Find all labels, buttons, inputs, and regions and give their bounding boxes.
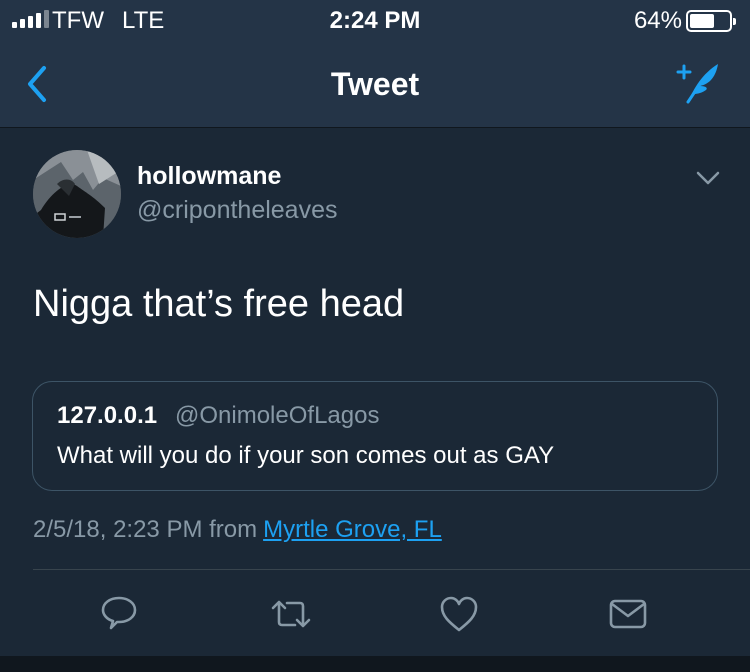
status-bar: TFW LTE 2:24 PM 64% — [0, 0, 750, 40]
chevron-down-icon[interactable] — [694, 168, 722, 188]
author-display-name[interactable]: hollowmane — [137, 162, 281, 191]
battery-percentage: 64% — [633, 7, 682, 34]
retweet-icon[interactable] — [269, 592, 313, 636]
tweet-text: Nigga that’s free head — [33, 283, 405, 325]
quoted-username: @OnimoleOfLagos — [175, 402, 380, 429]
quoted-text: What will you do if your son comes out a… — [57, 442, 555, 469]
compose-tweet-icon[interactable] — [670, 58, 724, 108]
battery-icon — [686, 10, 736, 32]
like-icon[interactable] — [437, 592, 481, 636]
action-bar — [0, 592, 750, 636]
tweet-timestamp: 2/5/18, 2:23 PM from — [33, 516, 258, 543]
message-icon[interactable] — [606, 592, 650, 636]
quoted-display-name: 127.0.0.1 — [57, 402, 158, 429]
location-link[interactable]: Myrtle Grove, FL — [263, 516, 442, 543]
tweet-metadata: 2/5/18, 2:23 PM from Myrtle Grove, FL — [33, 516, 442, 544]
avatar-image — [33, 150, 121, 238]
quoted-tweet[interactable]: 127.0.0.1 @OnimoleOfLagos What will you … — [32, 381, 718, 491]
reply-icon[interactable] — [97, 592, 141, 636]
divider — [33, 569, 750, 570]
author-username[interactable]: @cripontheleaves — [137, 196, 338, 225]
page-title: Tweet — [330, 66, 420, 102]
bottom-edge — [0, 656, 750, 672]
nav-bar: Tweet — [0, 40, 750, 128]
avatar[interactable] — [33, 150, 121, 238]
